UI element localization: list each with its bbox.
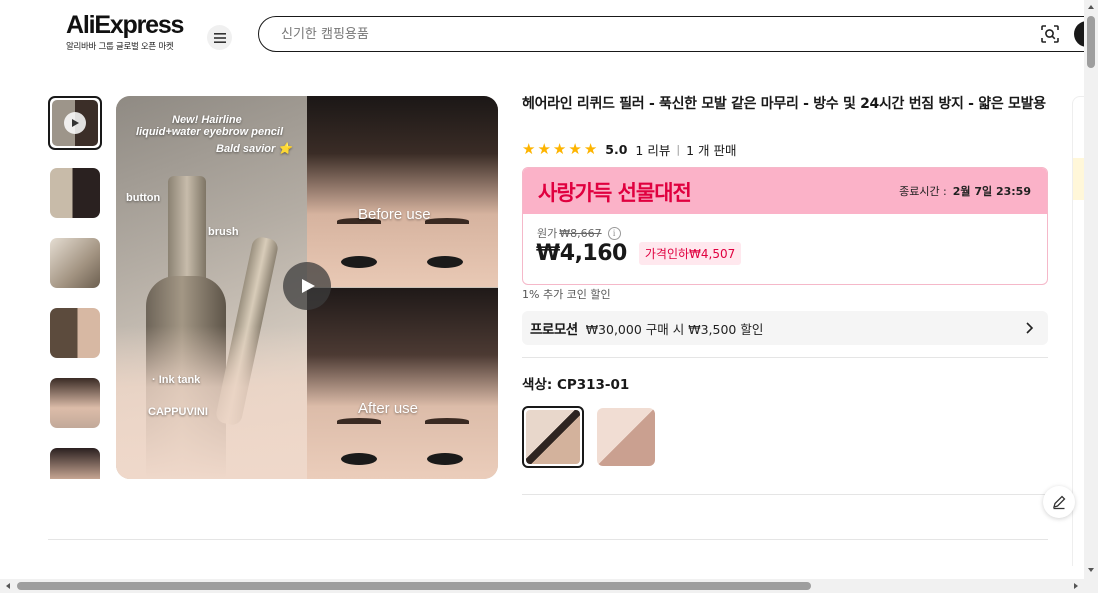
aliexpress-logo[interactable]: AliExpress 알리바바 그룹 글로벌 오픈 마켓 xyxy=(66,12,196,52)
image-label-brush: brush xyxy=(208,226,239,238)
vertical-scrollbar[interactable] xyxy=(1084,0,1098,579)
reviews-link[interactable]: 1 리뷰 xyxy=(635,140,670,159)
promotion-text: ₩30,000 구매 시 ₩3,500 할인 xyxy=(585,321,764,337)
search-input[interactable] xyxy=(281,24,981,44)
menu-button[interactable] xyxy=(207,25,232,50)
thumbnail-image[interactable] xyxy=(50,168,100,218)
scroll-right-arrow-icon[interactable] xyxy=(1072,582,1080,590)
image-label-product: liquid+water eyebrow pencil xyxy=(136,126,284,138)
product-title: 헤어라인 리퀴드 필러 - 푹신한 모발 같은 마무리 - 방수 및 24시간 … xyxy=(522,96,1046,112)
star-icon: ★ xyxy=(552,139,567,158)
promotion-label: 프로모션 xyxy=(530,322,578,338)
play-icon xyxy=(64,112,86,134)
scroll-up-arrow-icon[interactable] xyxy=(1087,3,1095,11)
image-label-new: New! Hairline xyxy=(172,114,242,126)
eye-graphic xyxy=(341,453,377,465)
search-bar xyxy=(258,16,1098,52)
divider xyxy=(522,494,1048,495)
video-play-button[interactable] xyxy=(283,262,331,310)
promo-banner-title: 사랑가득 선물대전 xyxy=(538,181,692,205)
promo-end-time: 종료시간 : 2월 7일 23:59 xyxy=(899,183,1031,199)
sold-count: 1 개 판매 xyxy=(686,142,737,158)
hand-graphic xyxy=(116,326,307,479)
main-product-image[interactable]: New! Hairline liquid+water eyebrow penci… xyxy=(116,96,498,479)
rating-score: 5.0 xyxy=(605,141,628,157)
separator: | xyxy=(676,142,681,156)
color-swatch[interactable] xyxy=(597,408,655,466)
coin-discount-note: 1% 추가 코인 할인 xyxy=(522,288,611,301)
discount-badge: 가격인하₩4,507 xyxy=(638,242,742,265)
after-photo xyxy=(307,288,498,479)
eye-graphic xyxy=(427,256,463,268)
pencil-icon xyxy=(1053,495,1066,510)
image-search-button[interactable] xyxy=(1040,24,1060,44)
horizontal-scrollbar[interactable] xyxy=(0,579,1098,593)
logo-text: AliExpress xyxy=(66,11,184,39)
thumbnail-image[interactable] xyxy=(50,308,100,358)
scroll-left-arrow-icon[interactable] xyxy=(4,582,12,590)
color-label: 색상: CP313-01 xyxy=(522,377,630,393)
image-label-before: Before use xyxy=(358,206,431,223)
original-price: ₩8,667 xyxy=(559,226,602,240)
camera-search-icon xyxy=(1041,25,1059,43)
product-page: AliExpress 알리바바 그룹 글로벌 오픈 마켓 신기한 캠핑용품 Ne… xyxy=(0,0,1098,593)
divider xyxy=(522,357,1048,358)
chevron-right-icon xyxy=(1026,322,1034,334)
star-icon: ★ xyxy=(568,139,582,158)
feedback-button[interactable] xyxy=(1043,486,1075,518)
image-label-after: After use xyxy=(358,400,419,417)
promotion-row[interactable]: 프로모션 ₩30,000 구매 시 ₩3,500 할인 xyxy=(522,311,1048,345)
original-price-row: 원가 ₩8,667 i xyxy=(537,225,621,241)
promo-banner: 사랑가득 선물대전 종료시간 : 2월 7일 23:59 xyxy=(523,168,1047,214)
vertical-scroll-thumb[interactable] xyxy=(1087,16,1095,68)
thumbnail-video[interactable] xyxy=(48,96,102,150)
brow-graphic xyxy=(425,218,469,224)
star-icon: ★ xyxy=(522,139,536,158)
price-box: 사랑가득 선물대전 종료시간 :2월 7일 23:59 원가 ₩8,667 i … xyxy=(522,167,1048,285)
hamburger-icon xyxy=(213,32,226,43)
info-icon[interactable]: i xyxy=(607,226,621,240)
star-icon: ★ xyxy=(537,139,551,158)
brow-graphic xyxy=(337,418,381,424)
image-label-button: button xyxy=(126,192,161,204)
eye-graphic xyxy=(341,256,377,268)
current-price: ₩4,160 xyxy=(536,241,627,266)
price-row: ₩4,160 가격인하₩4,507 xyxy=(536,241,742,266)
image-label-brand: CAPPUVINI xyxy=(148,406,208,418)
thumbnail-list xyxy=(48,96,102,479)
promo-end-value: 2월 7일 23:59 xyxy=(952,185,1031,198)
image-label-ink-tank: · Ink tank xyxy=(152,374,201,386)
before-photo xyxy=(307,96,498,287)
original-price-label: 원가 xyxy=(537,227,558,240)
promo-end-label: 종료시간 : xyxy=(899,185,947,198)
play-icon xyxy=(302,279,315,293)
star-icon: ★ xyxy=(583,139,598,158)
divider xyxy=(48,539,1048,540)
logo-subtitle: 알리바바 그룹 글로벌 오픈 마켓 xyxy=(66,42,174,52)
star-rating: ★ ★ ★ ★ ★ xyxy=(522,139,598,158)
color-swatch-selected[interactable] xyxy=(522,406,584,468)
thumbnail-image[interactable] xyxy=(50,238,100,288)
rating-row: ★ ★ ★ ★ ★ 5.0 1 리뷰 | 1 개 판매 xyxy=(522,139,736,159)
thumbnail-image[interactable] xyxy=(50,378,100,428)
eye-graphic xyxy=(427,453,463,465)
brow-graphic xyxy=(425,418,469,424)
bottle-neck-graphic xyxy=(168,176,206,286)
horizontal-scroll-thumb[interactable] xyxy=(17,582,811,590)
scroll-down-arrow-icon[interactable] xyxy=(1087,566,1095,574)
image-label-savior: Bald savior ⭐ xyxy=(216,143,293,155)
thumbnail-image[interactable] xyxy=(50,448,100,479)
